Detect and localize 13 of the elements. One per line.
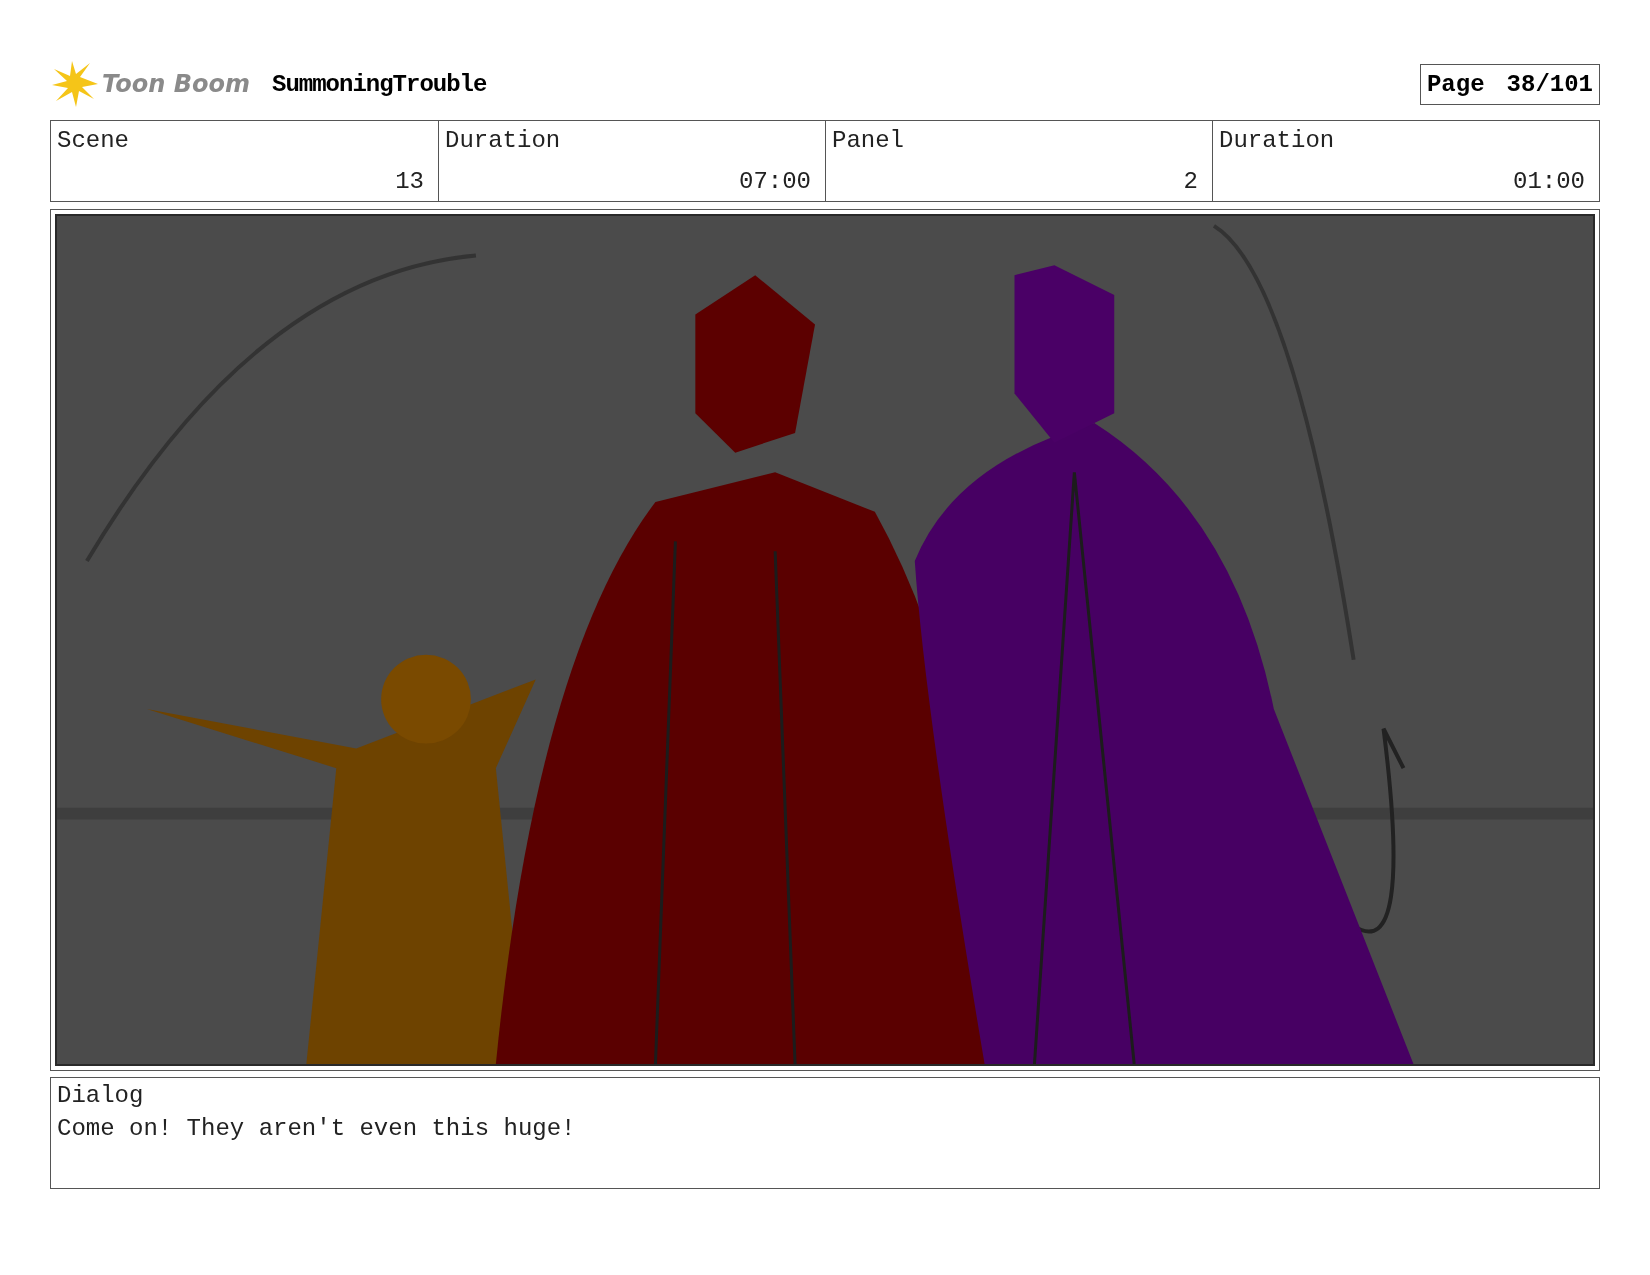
cell-value: 01:00 [1513,168,1585,195]
dialog-label: Dialog [57,1082,145,1109]
cell-label: Scene [57,127,130,154]
cell-label: Duration [1219,127,1336,154]
cell-value: 13 [395,168,424,195]
cell-value: 07:00 [739,168,811,195]
page-counter: Page 38/101 [1419,63,1600,105]
cell-value: 2 [1183,168,1198,195]
logo-text: Toon Boom [102,70,250,98]
project-title: SummoningTrouble [272,70,487,98]
cell-label: Panel [832,127,905,154]
dialog-text: Come on! They aren't even this huge! [57,1115,577,1142]
cell-label: Duration [445,127,562,154]
